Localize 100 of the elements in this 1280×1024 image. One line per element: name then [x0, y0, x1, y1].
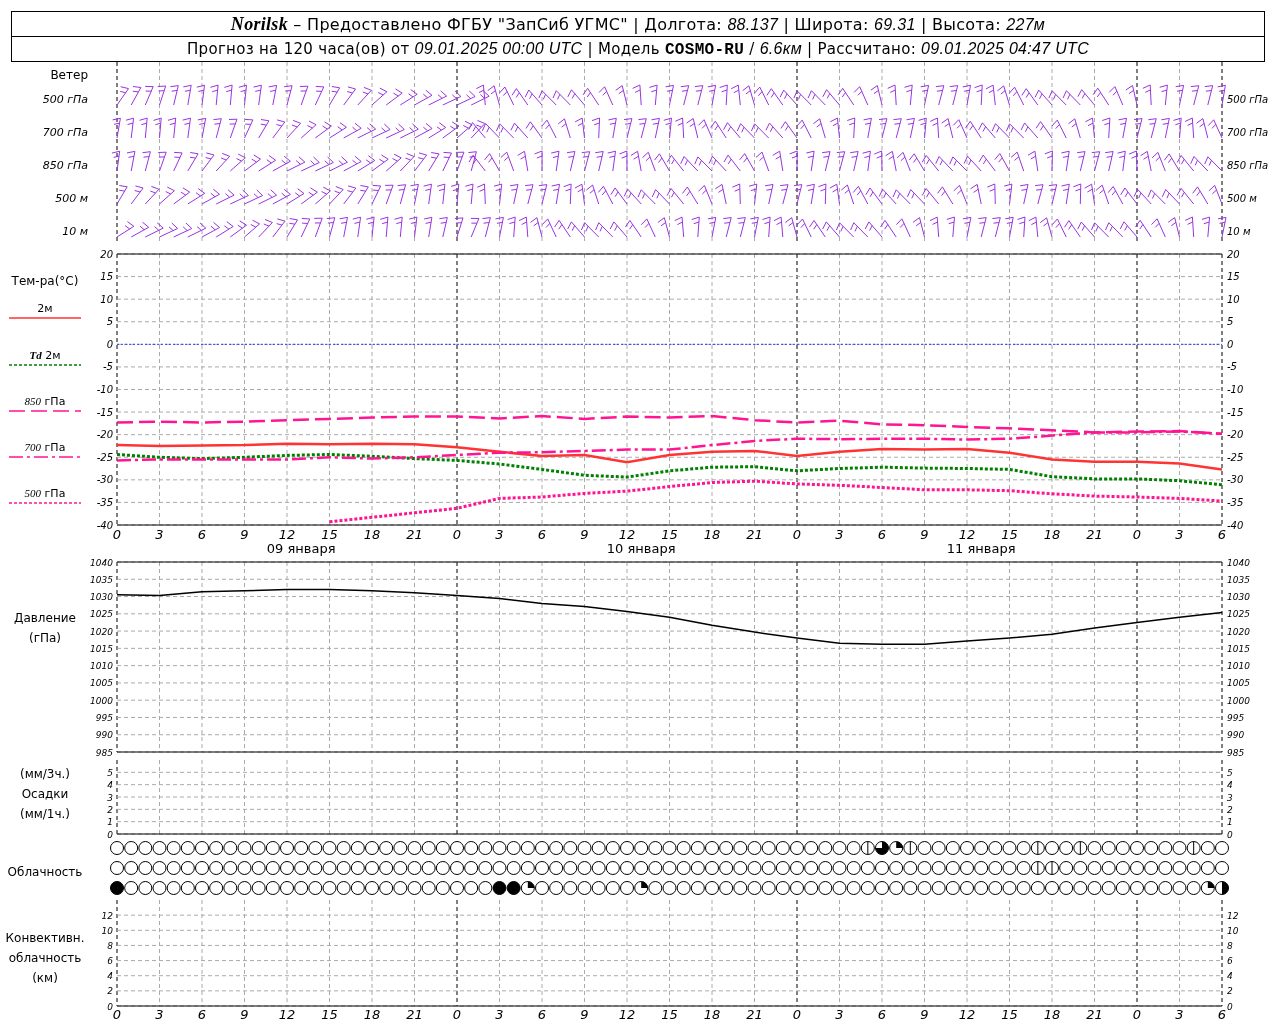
cloud-cover-icon: [761, 841, 776, 855]
axis-tick-label: 3: [835, 1007, 844, 1022]
cloud-cover-icon: [322, 841, 337, 855]
cloud-cover-icon: [747, 841, 762, 855]
cloud-cover-icon: [1130, 881, 1144, 895]
cloud-cover-icon: [1158, 881, 1173, 895]
cloud-cover-icon: [124, 881, 139, 895]
cloud-cover-icon: [421, 861, 436, 875]
cloud-cover-icon: [591, 861, 606, 875]
axis-tick-label: 15: [1001, 1007, 1018, 1022]
cloud-cover-icon: [917, 881, 932, 895]
axis-tick-label: 6: [1227, 956, 1233, 967]
cloud-cover-icon: [577, 881, 592, 895]
cloud-cover-icon: [761, 881, 776, 895]
cloud-cover-icon: [393, 841, 408, 855]
axis-tick-label: 2: [1227, 804, 1233, 815]
cloud-cover-icon: [1087, 841, 1102, 855]
cloud-cover-icon: [705, 881, 719, 895]
cloud-cover-icon: [280, 861, 294, 875]
cloud-cover-icon: [195, 841, 209, 855]
cloud-cover-icon: [407, 881, 422, 895]
cloud-cover-icon: [322, 881, 337, 895]
axis-tick-label: 0: [112, 527, 122, 542]
cloud-cover-icon: [223, 861, 238, 875]
cloud-cover-icon: [1016, 841, 1031, 855]
cloud-cover-icon: [1215, 841, 1229, 855]
axis-tick-label: 4: [107, 780, 113, 791]
cloud-cover-icon: [577, 841, 592, 855]
cloud-cover-icon: [960, 861, 974, 875]
cloud-cover-icon: [662, 841, 677, 855]
cloud-cover-icon: [690, 881, 705, 895]
legend-label: 850 гПа: [24, 394, 66, 409]
cloud-cover-icon: [960, 841, 974, 855]
cloud-cover-icon: [775, 841, 790, 855]
axis-tick-label: 15: [321, 1007, 338, 1022]
cloud-cover-icon: [251, 861, 266, 875]
cloud-cover-icon: [790, 861, 804, 875]
cloud-cover-icon: [506, 881, 521, 895]
cloud-cover-icon: [1087, 861, 1102, 875]
axis-tick-label: -10: [96, 384, 113, 395]
cloud-cover-icon: [478, 841, 493, 855]
axis-tick-label: 1025: [90, 609, 113, 620]
axis-tick-label: -15: [96, 406, 113, 418]
cloud-cover-icon: [1115, 841, 1130, 855]
cloud-cover-icon: [1002, 881, 1017, 895]
axis-tick-label: 3: [1227, 792, 1233, 803]
panel-label: Конвективн.: [5, 930, 85, 947]
cloud-cover-icon: [804, 861, 819, 875]
cloud-cover-icon: [520, 841, 535, 855]
cloud-cover-icon: [818, 881, 833, 895]
axis-tick-label: 10: [101, 925, 113, 936]
cloud-cover-icon: [393, 861, 408, 875]
cloud-cover-icon: [138, 881, 153, 895]
axis-tick-label: 995: [95, 712, 113, 723]
panel-label: (мм/1ч.): [19, 806, 71, 823]
cloud-cover-icon: [251, 841, 266, 855]
legend-line: [9, 363, 81, 367]
axis-tick-label: 6: [877, 1007, 887, 1022]
cloud-cover-icon: [705, 861, 719, 875]
axis-tick-label: 3: [495, 1007, 504, 1022]
axis-tick-label: 12: [618, 1007, 636, 1022]
axis-tick-label: 15: [1001, 527, 1018, 542]
panel-label: Облачность: [7, 864, 83, 881]
cloud-cover-icon: [1101, 841, 1116, 855]
cloud-cover-icon: [903, 861, 918, 875]
cloud-cover-icon: [1030, 881, 1045, 895]
cloud-cover-icon: [690, 861, 705, 875]
axis-tick-label: 12: [101, 910, 113, 921]
axis-tick-label: 1000: [90, 695, 113, 706]
cloud-cover-icon: [1130, 841, 1144, 855]
axis-tick-label: 9: [920, 1007, 929, 1022]
cloud-cover-icon: [280, 881, 294, 895]
axis-tick-label: 5: [1227, 767, 1233, 778]
axis-tick-label: 21: [746, 1007, 763, 1022]
cloud-cover-icon: [152, 861, 167, 875]
legend-label: 2м: [37, 302, 53, 316]
axis-tick-label: 3: [155, 1007, 164, 1022]
cloud-cover-icon: [577, 861, 592, 875]
axis-tick-label: 4: [107, 971, 113, 982]
cloud-cover-icon: [733, 841, 748, 855]
cloud-cover-icon: [775, 881, 790, 895]
cloud-cover-icon: [591, 881, 606, 895]
axis-tick-label: 6: [537, 1007, 547, 1022]
cloud-cover-icon: [1059, 881, 1074, 895]
cloud-cover-icon: [875, 861, 889, 875]
panel-label: Давление: [14, 610, 76, 627]
axis-tick-label: 12: [958, 1007, 976, 1022]
cloud-cover-icon: [124, 861, 139, 875]
cloud-cover-icon: [945, 861, 960, 875]
axis-tick-label: 12: [278, 527, 296, 542]
cloud-cover-icon: [846, 881, 861, 895]
axis-tick-label: 3: [835, 527, 844, 542]
cloud-cover-icon: [237, 881, 252, 895]
axis-tick-label: -15: [1227, 406, 1244, 418]
cloud-cover-icon: [1130, 861, 1144, 875]
cloud-cover-icon: [492, 861, 507, 875]
cloud-cover-icon: [1059, 861, 1074, 875]
axis-tick-label: 1040: [1227, 557, 1250, 568]
cloud-cover-icon: [209, 861, 224, 875]
axis-tick-label: 6: [877, 527, 887, 542]
